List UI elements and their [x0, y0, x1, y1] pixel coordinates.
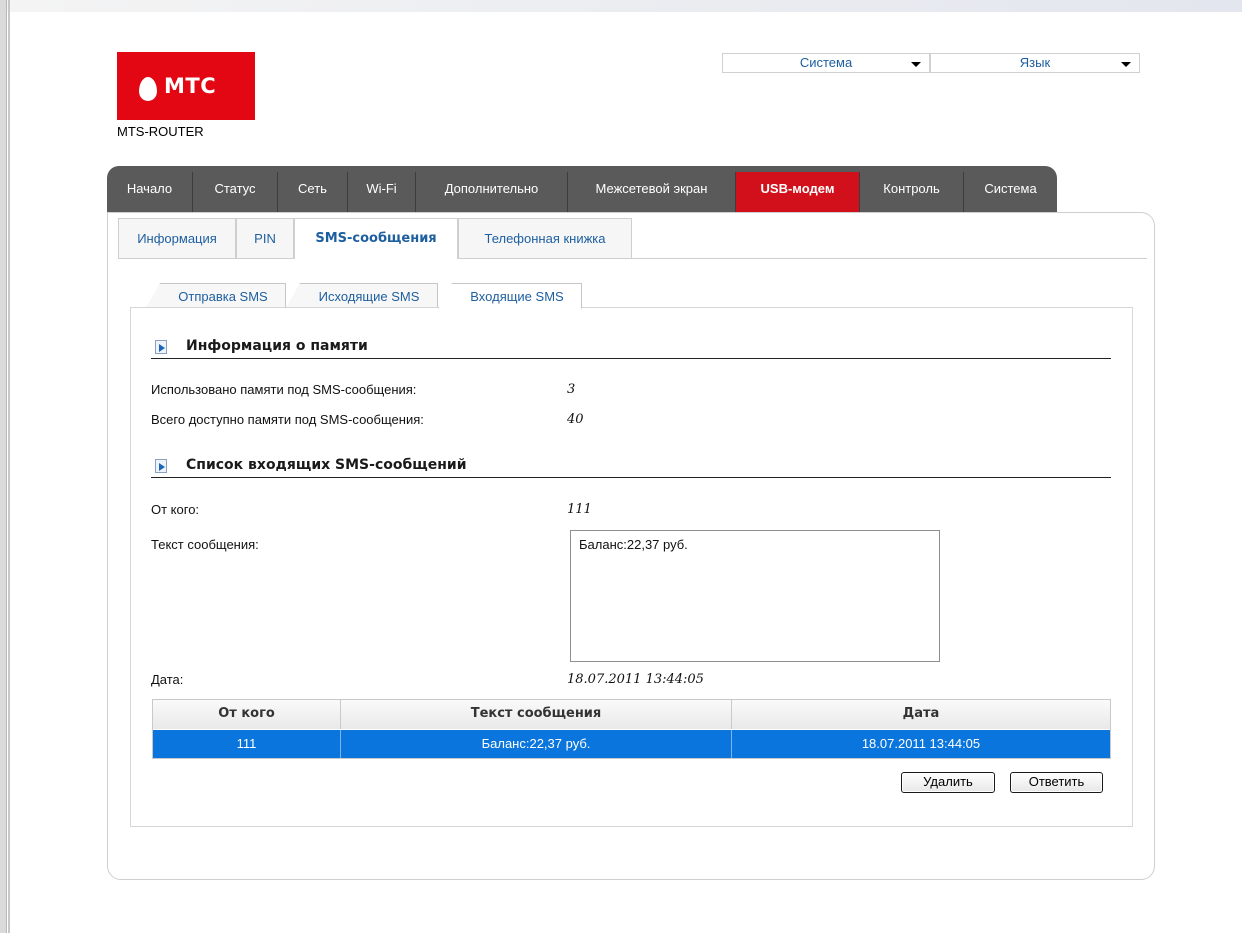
sub-tab-info[interactable]: Информация — [118, 218, 236, 258]
date-value: 18.07.2011 13:44:05 — [567, 672, 704, 687]
window-left-border — [0, 0, 7, 933]
section-arrow-icon — [155, 459, 167, 473]
main-tab-control[interactable]: Контроль — [860, 172, 964, 212]
chevron-down-icon — [911, 62, 921, 67]
inbox-title-text: Список входящих SMS-сообщений — [186, 457, 467, 473]
memory-section-title: Информация о памяти — [151, 338, 1111, 359]
section-arrow-icon — [155, 340, 167, 354]
memory-total-value: 40 — [567, 412, 584, 427]
language-select[interactable]: Язык — [930, 53, 1140, 73]
main-tab-system[interactable]: Система — [964, 172, 1057, 212]
main-tab-firewall[interactable]: Межсетевой экран — [568, 172, 736, 212]
reply-button[interactable]: Ответить — [1010, 772, 1103, 793]
message-text-label: Текст сообщения: — [151, 537, 259, 552]
main-tab-advanced[interactable]: Дополнительно — [416, 172, 568, 212]
language-select-label: Язык — [1019, 55, 1051, 70]
table-cell-text[interactable]: Баланс:22,37 руб. — [341, 730, 732, 758]
mts-egg-icon — [139, 77, 157, 101]
sub-tab-sms[interactable]: SMS-сообщения — [294, 218, 458, 259]
main-tab-network[interactable]: Сеть — [278, 172, 348, 212]
sms-tab-incoming[interactable]: Входящие SMS — [438, 283, 582, 309]
main-tab-home[interactable]: Начало — [107, 172, 193, 212]
from-label: От кого: — [151, 502, 200, 517]
delete-button[interactable]: Удалить — [901, 772, 995, 793]
logo-text: МТС — [164, 74, 217, 98]
memory-used-label: Использовано памяти под SMS-сообщения: — [151, 382, 417, 397]
router-web-page: МТС MTS-ROUTER Система Язык Начало Стату… — [0, 0, 1242, 933]
top-strip — [0, 0, 1242, 12]
table-cell-from[interactable]: 111 — [153, 730, 341, 758]
column-header-from[interactable]: От кого — [153, 700, 341, 729]
sub-tab-phonebook[interactable]: Телефонная книжка — [458, 218, 632, 258]
from-value: 111 — [567, 502, 592, 517]
router-name: MTS-ROUTER — [117, 124, 204, 139]
date-label: Дата: — [151, 672, 184, 687]
main-tab-wifi[interactable]: Wi-Fi — [348, 172, 416, 212]
memory-total-label: Всего доступно памяти под SMS-сообщения: — [151, 412, 424, 427]
sub-tab-pin[interactable]: PIN — [236, 218, 294, 258]
message-text-area[interactable]: Баланс:22,37 руб. — [570, 530, 940, 662]
system-select-label: Система — [799, 55, 853, 70]
mts-logo: МТС — [117, 52, 255, 120]
memory-title-text: Информация о памяти — [186, 338, 368, 354]
window-left-border-line — [8, 0, 10, 933]
sms-tab-send[interactable]: Отправка SMS — [146, 283, 286, 308]
table-cell-date[interactable]: 18.07.2011 13:44:05 — [732, 730, 1110, 758]
column-header-date[interactable]: Дата — [732, 700, 1110, 729]
main-tab-status[interactable]: Статус — [193, 172, 278, 212]
column-header-text[interactable]: Текст сообщения — [341, 700, 732, 729]
system-select[interactable]: Система — [722, 53, 930, 73]
inbox-section-title: Список входящих SMS-сообщений — [151, 457, 1111, 478]
sms-tab-outgoing[interactable]: Исходящие SMS — [286, 283, 438, 308]
main-tab-usb-modem[interactable]: USB-модем — [736, 172, 860, 212]
memory-used-value: 3 — [567, 382, 576, 397]
chevron-down-icon — [1121, 62, 1131, 67]
